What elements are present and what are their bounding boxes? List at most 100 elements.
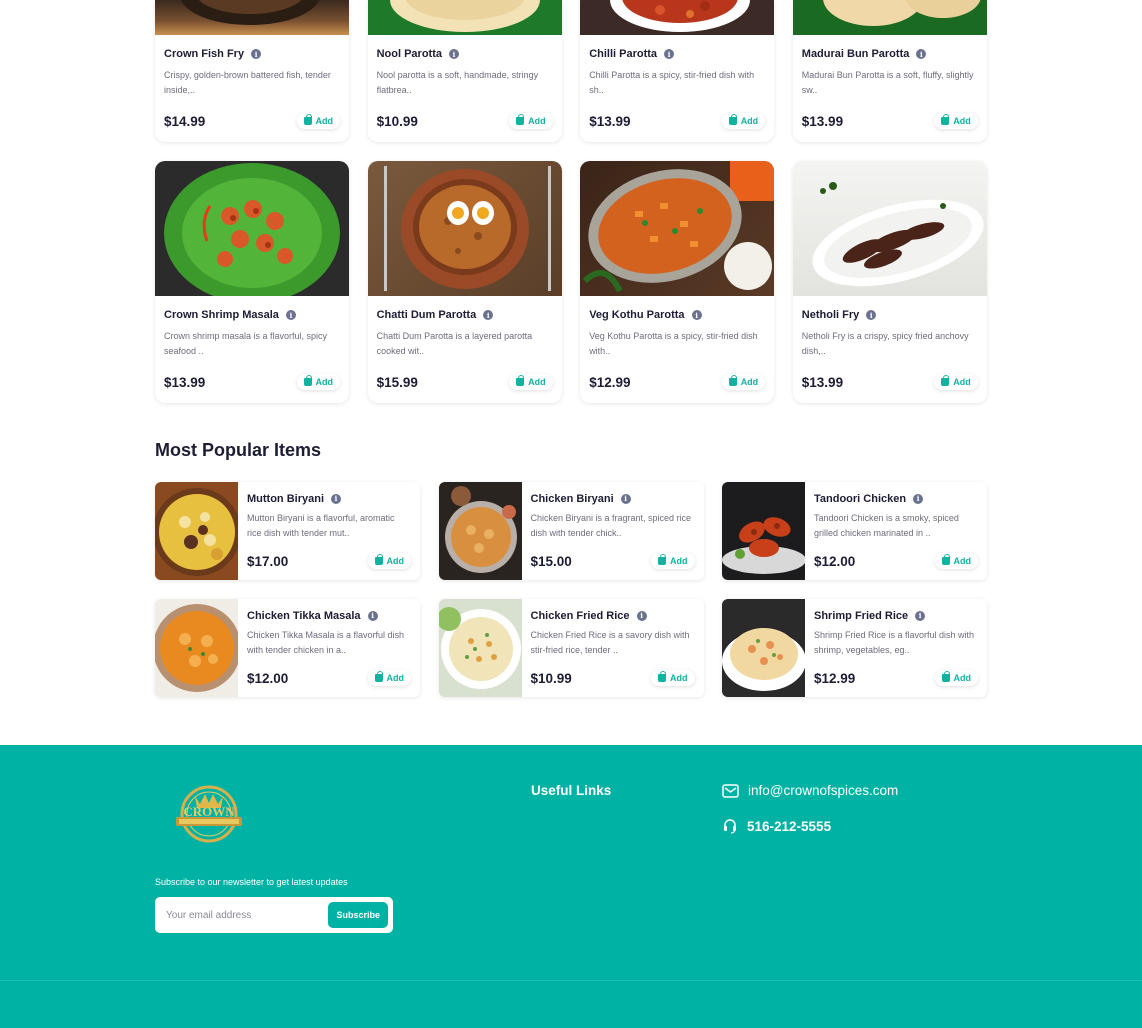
- dish-description: Tandoori Chicken is a smoky, spiced gril…: [814, 513, 959, 538]
- add-to-cart-button[interactable]: Add: [651, 670, 695, 686]
- dish-image: [367, 161, 562, 296]
- dish-price: $13.99: [589, 113, 631, 129]
- info-icon[interactable]: i: [483, 310, 494, 320]
- menu-grid-row-2: Crown Shrimp Masala i Crown shrimp masala…: [155, 161, 987, 403]
- shopping-bag-icon: [728, 114, 737, 125]
- add-to-cart-button[interactable]: Add: [721, 113, 766, 129]
- dish-price: $15.99: [376, 374, 418, 390]
- section-title-popular: Most Popular Items: [155, 440, 322, 460]
- dish-image: [580, 161, 775, 296]
- dish-name: Veg Kothu Parotta i: [589, 308, 765, 322]
- info-icon[interactable]: i: [691, 310, 702, 320]
- phone-text[interactable]: 516-212-5555: [747, 819, 831, 834]
- dish-image: [367, 0, 562, 35]
- subscribe-button[interactable]: Subscribe: [328, 902, 388, 928]
- shopping-bag-icon: [941, 671, 950, 682]
- email-text[interactable]: info@crownofspices.com: [748, 783, 898, 798]
- dish-price: $12.00: [814, 553, 856, 569]
- menu-card[interactable]: Chilli Parotta i Chilli Parotta is a spic…: [580, 0, 775, 142]
- shopping-bag-icon: [941, 114, 950, 125]
- dish-description: Chicken Tikka Masala is a flavorful dish…: [247, 630, 405, 655]
- popular-item-card[interactable]: Tandoori Chicken i Tandoori Chicken is a …: [722, 482, 987, 580]
- dish-price: $10.99: [530, 670, 572, 686]
- dish-description: Chatti Dum Parotta is a layered parotta …: [376, 331, 533, 356]
- info-icon[interactable]: i: [636, 610, 647, 621]
- add-to-cart-button[interactable]: Add: [296, 374, 340, 390]
- dish-price: $10.99: [376, 113, 418, 129]
- dish-description: Chicken Fried Rice is a savory dish with…: [530, 630, 690, 655]
- dish-image: [155, 0, 349, 35]
- add-to-cart-button[interactable]: Add: [296, 113, 340, 129]
- add-to-cart-button[interactable]: Add: [934, 374, 978, 390]
- add-to-cart-button[interactable]: Add: [367, 670, 411, 686]
- popular-item-card[interactable]: Shrimp Fried Rice i Shrimp Fried Rice is …: [722, 599, 987, 697]
- popular-item-card[interactable]: Chicken Biryani i Chicken Biryani is a fr…: [438, 482, 704, 580]
- info-icon[interactable]: i: [367, 610, 378, 621]
- dish-description: Chicken Biryani is a fragrant, spiced ri…: [530, 513, 692, 538]
- add-to-cart-button[interactable]: Add: [934, 553, 978, 569]
- shopping-bag-icon: [941, 375, 950, 386]
- info-icon[interactable]: i: [664, 49, 675, 59]
- dish-description: Chilli Parotta is a spicy, stir-fried di…: [589, 70, 755, 95]
- dish-image: [722, 599, 805, 697]
- shopping-bag-icon: [374, 671, 383, 682]
- info-icon[interactable]: i: [913, 493, 924, 504]
- dish-description: Nool parotta is a soft, handmade, string…: [376, 70, 539, 95]
- dish-name: Tandoori Chicken i: [814, 492, 978, 505]
- menu-card[interactable]: Chatti Dum Parotta i Chatti Dum Parotta i…: [367, 161, 562, 403]
- dish-image: [722, 482, 805, 580]
- info-icon[interactable]: i: [866, 310, 877, 320]
- shopping-bag-icon: [658, 671, 666, 682]
- info-icon[interactable]: i: [285, 310, 296, 320]
- menu-card[interactable]: Madurai Bun Parotta i Madurai Bun Parotta…: [792, 0, 987, 142]
- email-input[interactable]: [166, 909, 329, 921]
- shopping-bag-icon: [303, 114, 312, 125]
- dish-image: [438, 482, 522, 580]
- dish-name: Madurai Bun Parotta i: [802, 47, 978, 61]
- shopping-bag-icon: [728, 375, 737, 386]
- menu-card[interactable]: Crown Shrimp Masala i Crown shrimp masala…: [155, 161, 349, 403]
- add-to-cart-button[interactable]: Add: [934, 670, 978, 686]
- info-icon[interactable]: i: [620, 493, 631, 504]
- headset-icon: [724, 819, 736, 834]
- popular-items-grid: Mutton Biryani i Mutton Biryani is a flav…: [155, 482, 987, 697]
- popular-item-card[interactable]: Chicken Tikka Masala i Chicken Tikka Masa…: [155, 599, 420, 697]
- dish-price: $14.99: [164, 113, 206, 129]
- menu-card[interactable]: Netholi Fry i Netholi Fry is a crispy, sp…: [792, 161, 987, 403]
- info-icon[interactable]: i: [916, 49, 927, 59]
- contact-email[interactable]: info@crownofspices.com: [722, 783, 898, 798]
- add-to-cart-button[interactable]: Add: [367, 553, 411, 569]
- add-to-cart-button[interactable]: Add: [934, 113, 978, 129]
- menu-card[interactable]: Veg Kothu Parotta i Veg Kothu Parotta is …: [580, 161, 775, 403]
- popular-item-card[interactable]: Chicken Fried Rice i Chicken Fried Rice i…: [438, 599, 704, 697]
- svg-text:CROWN: CROWN: [183, 804, 235, 819]
- contact-phone[interactable]: 516-212-5555: [722, 818, 831, 834]
- dish-price: $15.00: [530, 553, 572, 569]
- info-icon[interactable]: i: [331, 493, 341, 504]
- dish-price: $17.00: [247, 553, 289, 569]
- info-icon[interactable]: i: [449, 49, 459, 59]
- info-icon[interactable]: i: [251, 49, 262, 59]
- dish-price: $12.99: [589, 374, 631, 390]
- shopping-bag-icon: [303, 375, 312, 386]
- shopping-bag-icon: [658, 554, 666, 565]
- popular-item-card[interactable]: Mutton Biryani i Mutton Biryani is a flav…: [155, 482, 420, 580]
- add-to-cart-button[interactable]: Add: [721, 374, 766, 390]
- dish-price: $13.99: [801, 113, 844, 129]
- dish-description: Crispy, golden-brown battered fish, tend…: [164, 70, 331, 95]
- dish-description: Netholi Fry is a crispy, spicy fried anc…: [801, 331, 969, 356]
- newsletter-form: Subscribe: [155, 897, 393, 933]
- newsletter-label: Subscribe to our newsletter to get lates…: [155, 877, 348, 887]
- add-to-cart-button[interactable]: Add: [651, 553, 695, 569]
- dish-image: [438, 599, 522, 697]
- add-to-cart-button[interactable]: Add: [509, 374, 553, 390]
- menu-card[interactable]: Crown Fish Fry i Crispy, golden-brown bat…: [155, 0, 349, 142]
- menu-card[interactable]: Nool Parotta i Nool parotta is a soft, ha…: [367, 0, 562, 142]
- dish-price: $12.00: [247, 670, 289, 686]
- crown-logo[interactable]: CROWN: [173, 782, 245, 848]
- site-footer: CROWN Subscribe to our newsletter to get…: [0, 745, 1142, 1028]
- shopping-bag-icon: [374, 554, 383, 565]
- add-to-cart-button[interactable]: Add: [509, 113, 553, 129]
- useful-links-heading: Useful Links: [531, 783, 612, 798]
- info-icon[interactable]: i: [915, 610, 926, 621]
